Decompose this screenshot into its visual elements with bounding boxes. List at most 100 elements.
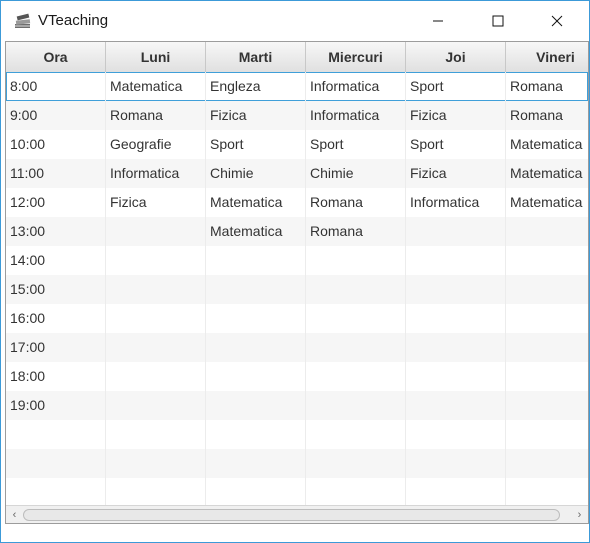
cell-luni[interactable] — [106, 304, 206, 333]
title-bar[interactable]: VTeaching — [1, 1, 589, 40]
horizontal-scrollbar[interactable]: ‹ › — [6, 505, 588, 523]
cell-ora[interactable]: 17:00 — [6, 333, 106, 362]
cell-luni[interactable]: Informatica — [106, 159, 206, 188]
table-row[interactable]: 15:00 — [6, 275, 588, 304]
scroll-left-arrow-icon[interactable]: ‹ — [6, 506, 23, 523]
cell-ora[interactable]: 9:00 — [6, 101, 106, 130]
cell-ora[interactable]: 15:00 — [6, 275, 106, 304]
maximize-button[interactable] — [475, 1, 521, 40]
cell-luni[interactable]: Romana — [106, 101, 206, 130]
cell-miercuri[interactable] — [306, 275, 406, 304]
cell-luni[interactable]: Geografie — [106, 130, 206, 159]
cell-vineri[interactable] — [506, 333, 588, 362]
cell-ora[interactable]: 11:00 — [6, 159, 106, 188]
table-row[interactable]: 17:00 — [6, 333, 588, 362]
cell-marti[interactable]: Fizica — [206, 101, 306, 130]
column-header-marti[interactable]: Marti — [206, 42, 306, 72]
column-header-luni[interactable]: Luni — [106, 42, 206, 72]
cell-ora[interactable] — [6, 478, 106, 507]
table-row[interactable] — [6, 420, 588, 449]
cell-ora[interactable]: 14:00 — [6, 246, 106, 275]
close-button[interactable] — [534, 1, 580, 40]
cell-ora[interactable]: 16:00 — [6, 304, 106, 333]
cell-miercuri[interactable]: Sport — [306, 130, 406, 159]
cell-miercuri[interactable]: Romana — [306, 217, 406, 246]
table-row[interactable]: 12:00 Fizica Matematica Romana Informatica Ma… — [6, 188, 588, 217]
cell-ora[interactable]: 18:00 — [6, 362, 106, 391]
cell-marti[interactable] — [206, 391, 306, 420]
cell-joi[interactable] — [406, 304, 506, 333]
column-header-joi[interactable]: Joi — [406, 42, 506, 72]
scroll-right-arrow-icon[interactable]: › — [571, 506, 588, 523]
cell-vineri[interactable]: Matematica — [506, 130, 588, 159]
cell-marti[interactable] — [206, 420, 306, 449]
cell-vineri[interactable]: Matematica — [506, 159, 588, 188]
cell-vineri[interactable] — [506, 478, 588, 507]
cell-joi[interactable]: Fizica — [406, 101, 506, 130]
cell-luni[interactable] — [106, 333, 206, 362]
cell-ora[interactable]: 8:00 — [6, 72, 106, 101]
cell-miercuri[interactable]: Chimie — [306, 159, 406, 188]
cell-vineri[interactable] — [506, 246, 588, 275]
cell-miercuri[interactable]: Informatica — [306, 72, 406, 101]
cell-joi[interactable]: Fizica — [406, 159, 506, 188]
cell-luni[interactable] — [106, 362, 206, 391]
cell-marti[interactable] — [206, 478, 306, 507]
cell-miercuri[interactable] — [306, 449, 406, 478]
cell-vineri[interactable] — [506, 275, 588, 304]
table-row[interactable]: 13:00 Matematica Romana — [6, 217, 588, 246]
cell-luni[interactable] — [106, 275, 206, 304]
cell-miercuri[interactable] — [306, 362, 406, 391]
table-row[interactable]: 11:00 Informatica Chimie Chimie Fizica Matema… — [6, 159, 588, 188]
cell-joi[interactable] — [406, 391, 506, 420]
cell-joi[interactable]: Sport — [406, 72, 506, 101]
table-row[interactable]: 18:00 — [6, 362, 588, 391]
table-row[interactable]: 10:00 Geografie Sport Sport Sport Matematica — [6, 130, 588, 159]
table-row[interactable]: 14:00 — [6, 246, 588, 275]
cell-joi[interactable] — [406, 275, 506, 304]
cell-joi[interactable] — [406, 362, 506, 391]
cell-vineri[interactable]: Matematica — [506, 188, 588, 217]
cell-marti[interactable] — [206, 449, 306, 478]
table-row[interactable]: 8:00 Matematica Engleza Informatica Sport Rom… — [6, 72, 588, 101]
cell-joi[interactable] — [406, 333, 506, 362]
cell-miercuri[interactable] — [306, 391, 406, 420]
table-row[interactable]: 19:00 — [6, 391, 588, 420]
cell-marti[interactable] — [206, 275, 306, 304]
cell-joi[interactable] — [406, 478, 506, 507]
cell-joi[interactable] — [406, 449, 506, 478]
table-row[interactable]: 9:00 Romana Fizica Informatica Fizica Romana — [6, 101, 588, 130]
cell-joi[interactable] — [406, 420, 506, 449]
cell-vineri[interactable] — [506, 304, 588, 333]
cell-marti[interactable]: Chimie — [206, 159, 306, 188]
cell-joi[interactable]: Informatica — [406, 188, 506, 217]
cell-vineri[interactable] — [506, 362, 588, 391]
cell-marti[interactable]: Sport — [206, 130, 306, 159]
cell-luni[interactable]: Fizica — [106, 188, 206, 217]
cell-marti[interactable] — [206, 333, 306, 362]
cell-ora[interactable] — [6, 420, 106, 449]
cell-joi[interactable]: Sport — [406, 130, 506, 159]
cell-miercuri[interactable] — [306, 478, 406, 507]
cell-vineri[interactable] — [506, 420, 588, 449]
cell-luni[interactable] — [106, 449, 206, 478]
scrollbar-thumb[interactable] — [23, 509, 560, 521]
minimize-button[interactable] — [415, 1, 461, 40]
column-header-miercuri[interactable]: Miercuri — [306, 42, 406, 72]
cell-marti[interactable]: Matematica — [206, 217, 306, 246]
cell-luni[interactable] — [106, 478, 206, 507]
cell-vineri[interactable]: Romana — [506, 101, 588, 130]
cell-miercuri[interactable] — [306, 304, 406, 333]
cell-marti[interactable]: Engleza — [206, 72, 306, 101]
cell-luni[interactable] — [106, 391, 206, 420]
table-row[interactable] — [6, 449, 588, 478]
cell-miercuri[interactable] — [306, 333, 406, 362]
cell-miercuri[interactable]: Romana — [306, 188, 406, 217]
cell-ora[interactable]: 13:00 — [6, 217, 106, 246]
table-row[interactable]: 16:00 — [6, 304, 588, 333]
cell-marti[interactable]: Matematica — [206, 188, 306, 217]
cell-vineri[interactable] — [506, 391, 588, 420]
cell-vineri[interactable]: Romana — [506, 72, 588, 101]
cell-joi[interactable] — [406, 217, 506, 246]
cell-marti[interactable] — [206, 362, 306, 391]
